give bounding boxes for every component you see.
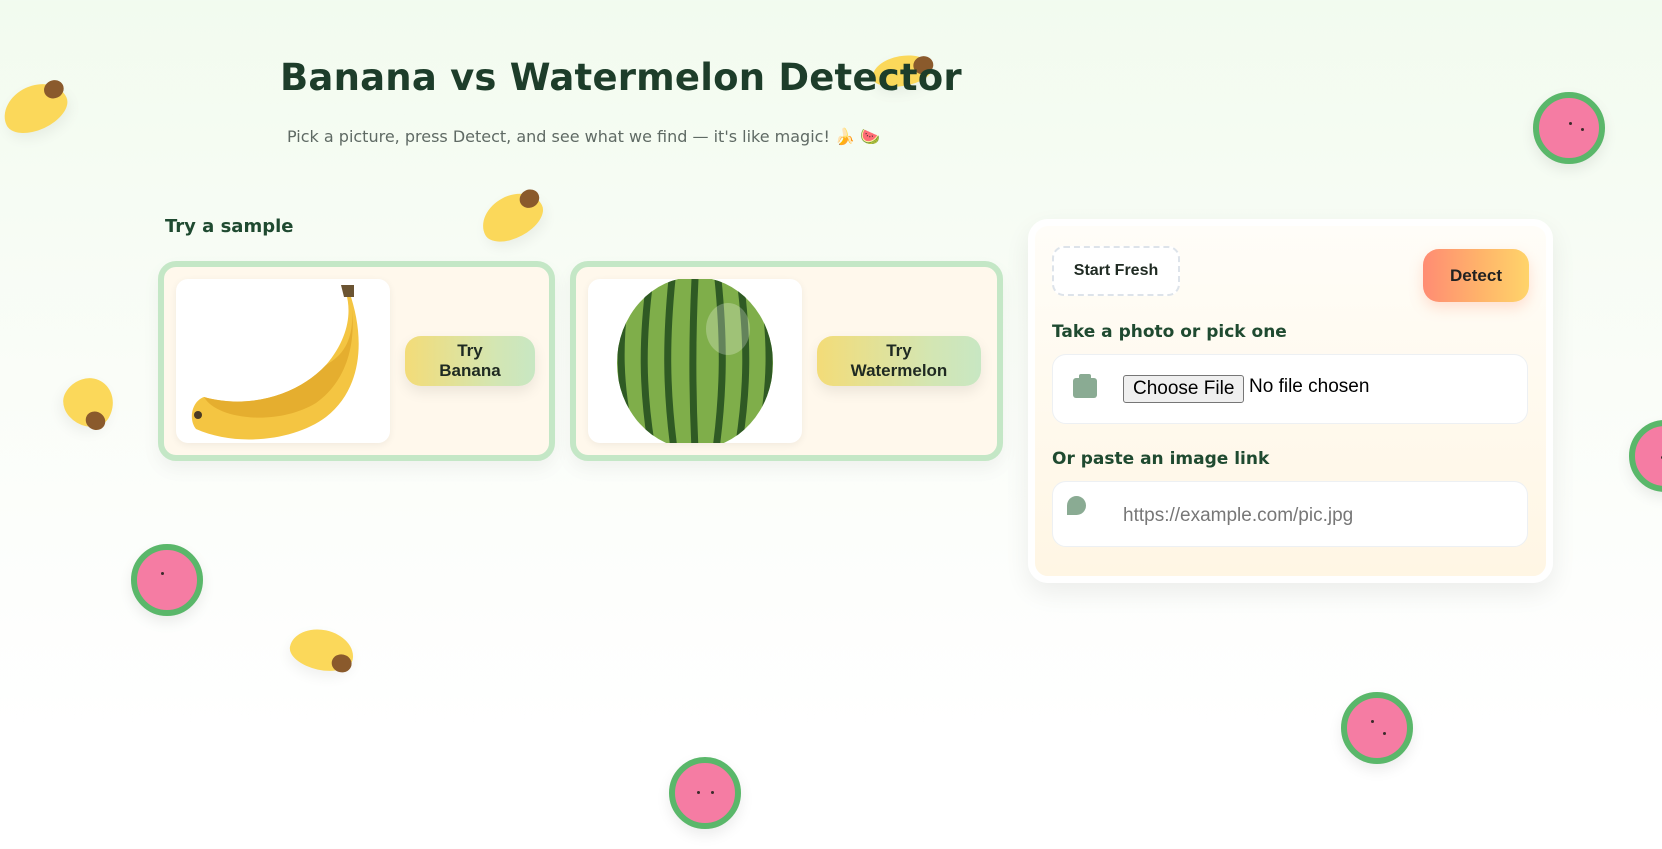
watermelon-slice-decoration bbox=[131, 544, 203, 616]
banana-icon bbox=[191, 285, 359, 440]
page-title: Banana vs Watermelon Detector bbox=[280, 56, 962, 99]
image-link-field bbox=[1052, 481, 1528, 547]
detect-button[interactable]: Detect bbox=[1423, 249, 1529, 302]
samples-heading: Try a sample bbox=[165, 216, 294, 237]
watermelon-slice-decoration bbox=[1341, 692, 1413, 764]
page-subtitle: Pick a picture, press Detect, and see wh… bbox=[287, 127, 880, 146]
detector-panel: Start Fresh Detect Take a photo or pick … bbox=[1028, 219, 1553, 583]
try-banana-button[interactable]: Try Banana bbox=[405, 336, 535, 386]
watermelon-image bbox=[588, 279, 802, 443]
file-upload-field: Choose File No file chosen bbox=[1052, 354, 1528, 424]
sample-card-banana: Try Banana bbox=[158, 261, 555, 461]
watermelon-slice-decoration bbox=[1533, 92, 1605, 164]
start-fresh-button[interactable]: Start Fresh bbox=[1052, 246, 1180, 296]
link-field-label: Or paste an image link bbox=[1052, 449, 1270, 469]
banana-slice-decoration bbox=[0, 74, 75, 142]
try-watermelon-button[interactable]: Try Watermelon bbox=[817, 336, 981, 386]
banana-image bbox=[176, 279, 390, 443]
choose-file-button[interactable]: Choose File bbox=[1123, 375, 1245, 403]
watermelon-slice-decoration bbox=[669, 757, 741, 829]
photo-field-label: Take a photo or pick one bbox=[1052, 322, 1287, 342]
sample-card-watermelon: Try Watermelon bbox=[570, 261, 1003, 461]
banana-slice-decoration bbox=[55, 368, 123, 436]
file-status: No file chosen bbox=[1249, 376, 1370, 397]
camera-icon bbox=[1073, 374, 1097, 398]
watermelon-icon bbox=[617, 279, 773, 443]
image-url-input[interactable] bbox=[1123, 500, 1503, 532]
banana-slice-decoration bbox=[286, 623, 358, 677]
watermelon-slice-decoration bbox=[1629, 420, 1662, 492]
link-icon bbox=[1067, 496, 1086, 515]
banana-slice-decoration bbox=[473, 183, 551, 251]
